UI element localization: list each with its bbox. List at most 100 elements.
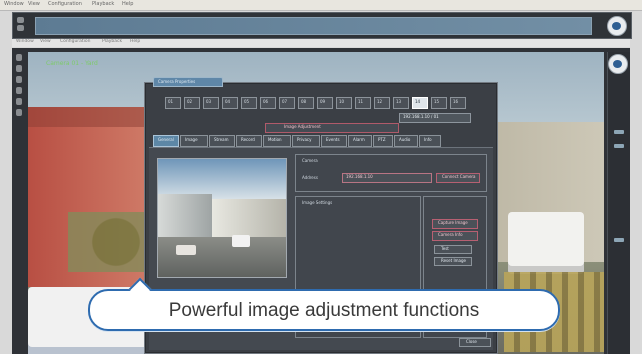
camera-button-8[interactable]: 08 xyxy=(298,97,314,109)
camera-id: 02 xyxy=(187,99,193,104)
camera-address-value: 192.168.1.10 / 01 xyxy=(403,114,439,119)
toolbar-icon[interactable] xyxy=(17,25,24,31)
feature-callout: Powerful image adjustment functions xyxy=(88,289,560,331)
camera-button-6[interactable]: 06 xyxy=(260,97,276,109)
tab-label: Info xyxy=(424,137,432,142)
left-toolbar-icon[interactable] xyxy=(16,87,22,94)
left-toolbar-icon[interactable] xyxy=(16,54,22,61)
right-control-panel xyxy=(607,52,630,354)
connect-camera-button[interactable]: Connect Camera xyxy=(436,173,480,183)
reset-image-button[interactable]: Reset Image xyxy=(434,257,472,266)
tab-privacy[interactable]: Privacy xyxy=(292,135,320,147)
camera-label: Camera 01 - Yard xyxy=(46,60,98,67)
camera-id: 08 xyxy=(301,99,307,104)
menu-item-view-2[interactable]: View xyxy=(40,39,51,44)
camera-id: 11 xyxy=(358,99,364,104)
right-panel-tick[interactable] xyxy=(614,130,624,134)
camera-button-3[interactable]: 03 xyxy=(203,97,219,109)
camera-button-4[interactable]: 04 xyxy=(222,97,238,109)
tab-label: Privacy xyxy=(297,137,312,142)
tab-label: Audio xyxy=(399,137,411,142)
top-toolbar xyxy=(12,12,632,39)
address-label: Address xyxy=(302,175,318,180)
left-toolbar-icon[interactable] xyxy=(16,109,22,116)
camera-info-label: Camera Info xyxy=(438,232,463,237)
menu-item-help-2[interactable]: Help xyxy=(130,39,140,44)
camera-id: 09 xyxy=(320,99,326,104)
dialog-title: Camera Properties xyxy=(158,79,196,84)
logo-icon xyxy=(607,16,627,36)
preview-car-2 xyxy=(176,245,196,255)
right-panel-tick[interactable] xyxy=(614,144,624,148)
image-adjustment-label: Image Adjustment xyxy=(284,124,321,129)
tab-alarm[interactable]: Alarm xyxy=(348,135,372,147)
tab-ptz[interactable]: PTZ xyxy=(373,135,393,147)
tab-events[interactable]: Events xyxy=(321,135,347,147)
camera-id: 07 xyxy=(282,99,288,104)
right-panel-tick[interactable] xyxy=(614,238,624,242)
preview-sky xyxy=(158,159,286,199)
menu-item-window[interactable]: Window xyxy=(4,1,24,7)
toolbar-icon[interactable] xyxy=(17,17,24,23)
dialog-title-tab: Camera Properties xyxy=(153,77,223,87)
left-toolbar-icon[interactable] xyxy=(16,76,22,83)
menu-item-playback-2[interactable]: Playback xyxy=(102,39,122,44)
menu-bar: Window View Configuration Playback Help xyxy=(0,0,642,11)
menu-item-window-2[interactable]: Window xyxy=(16,39,34,44)
tab-label: Alarm xyxy=(353,137,365,142)
camera-button-11[interactable]: 11 xyxy=(355,97,371,109)
tab-label: Events xyxy=(326,137,340,142)
camera-button-14[interactable]: 14 xyxy=(412,97,428,109)
camera-button-9[interactable]: 09 xyxy=(317,97,333,109)
menu-bar-secondary: Window View Configuration Playback Help xyxy=(12,39,630,47)
camera-address-field[interactable]: 192.168.1.10 / 01 xyxy=(399,113,471,123)
capture-image-button[interactable]: Capture Image xyxy=(432,219,478,229)
image-settings-label: Image Settings xyxy=(302,200,333,205)
toolbar-icons xyxy=(17,17,26,33)
tab-motion[interactable]: Motion xyxy=(263,135,291,147)
left-toolbar-icon[interactable] xyxy=(16,65,22,72)
camera-id: 01 xyxy=(168,99,174,104)
menu-item-configuration-2[interactable]: Configuration xyxy=(60,39,91,44)
menu-item-view[interactable]: View xyxy=(28,1,40,7)
menu-item-help[interactable]: Help xyxy=(122,1,133,7)
camera-button-16[interactable]: 16 xyxy=(450,97,466,109)
camera-button-1[interactable]: 01 xyxy=(165,97,181,109)
tab-label: PTZ xyxy=(378,137,386,142)
menu-item-playback[interactable]: Playback xyxy=(92,1,114,7)
camera-button-7[interactable]: 07 xyxy=(279,97,295,109)
camera-id: 15 xyxy=(434,99,440,104)
camera-button-13[interactable]: 13 xyxy=(393,97,409,109)
menu-item-configuration[interactable]: Configuration xyxy=(48,1,82,7)
camera-info-button[interactable]: Camera Info xyxy=(432,231,478,241)
tab-general[interactable]: General xyxy=(153,135,179,147)
toolbar-bar xyxy=(35,17,592,35)
tab-record[interactable]: Record xyxy=(236,135,262,147)
image-adjustment-button[interactable]: Image Adjustment xyxy=(265,123,399,133)
preview-car xyxy=(232,235,250,247)
camera-id: 16 xyxy=(453,99,459,104)
tab-label: Record xyxy=(241,137,255,142)
logo-icon-right xyxy=(608,54,628,74)
scene-truck xyxy=(508,212,584,274)
camera-button-15[interactable]: 15 xyxy=(431,97,447,109)
left-toolbar-icon[interactable] xyxy=(16,98,22,105)
camera-id: 05 xyxy=(244,99,250,104)
camera-preview xyxy=(157,158,287,278)
camera-button-5[interactable]: 05 xyxy=(241,97,257,109)
tab-stream[interactable]: Stream xyxy=(209,135,235,147)
camera-button-12[interactable]: 12 xyxy=(374,97,390,109)
tab-label: Image xyxy=(185,137,198,142)
close-button[interactable]: Close xyxy=(459,338,491,347)
test-button[interactable]: Test xyxy=(434,245,472,254)
dialog-tabs: General Image Stream Record Motion Priva… xyxy=(153,135,489,147)
tab-info[interactable]: Info xyxy=(419,135,441,147)
capture-image-label: Capture Image xyxy=(438,220,468,225)
camera-id: 03 xyxy=(206,99,212,104)
camera-id: 06 xyxy=(263,99,269,104)
camera-button-2[interactable]: 02 xyxy=(184,97,200,109)
camera-button-10[interactable]: 10 xyxy=(336,97,352,109)
tab-audio[interactable]: Audio xyxy=(394,135,418,147)
tab-image[interactable]: Image xyxy=(180,135,208,147)
address-input[interactable]: 192.168.1.10 xyxy=(342,173,432,183)
